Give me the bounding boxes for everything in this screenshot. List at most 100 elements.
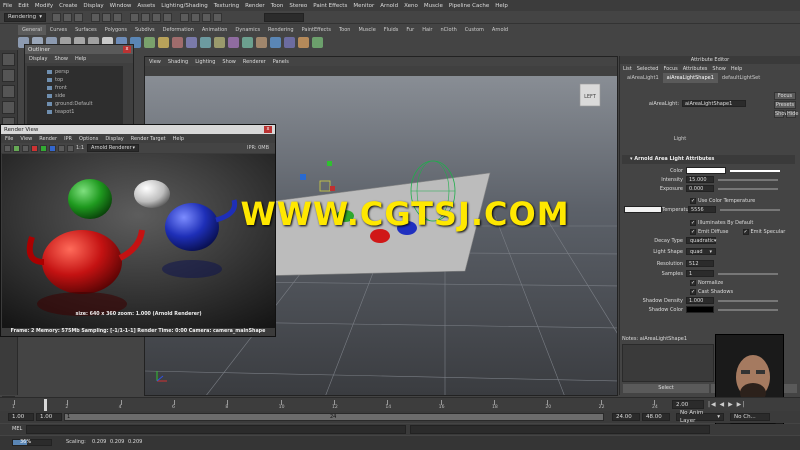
attribute-menu-list[interactable]: List xyxy=(623,66,632,72)
joint-icon[interactable] xyxy=(214,36,225,48)
playback-start-field[interactable]: 1.00 xyxy=(36,413,62,421)
render-view-menu-view[interactable]: View xyxy=(20,136,32,142)
shelf-tab-custom[interactable]: Custom xyxy=(461,25,488,35)
shelf-tab-curves[interactable]: Curves xyxy=(46,25,71,35)
select-hierarchy-icon[interactable] xyxy=(91,12,100,22)
shelf-tab-hair[interactable]: Hair xyxy=(418,25,436,35)
new-scene-icon[interactable] xyxy=(52,12,61,22)
emit-diffuse-checkbox[interactable]: ✓ xyxy=(690,228,696,235)
snap-grid-icon[interactable] xyxy=(130,12,139,22)
outliner-menu-show[interactable]: Show xyxy=(54,56,68,62)
menu-create[interactable]: Create xyxy=(59,3,77,9)
menu-xeno[interactable]: Xeno xyxy=(404,3,418,9)
shelf-tab-painteffects[interactable]: PaintEffects xyxy=(298,25,335,35)
outliner-list[interactable]: persp top front side ground:Default teapot1 xyxy=(27,66,123,133)
notes-field[interactable] xyxy=(622,344,714,382)
outliner-item[interactable]: side xyxy=(27,92,123,100)
shelf-tab-rendering[interactable]: Rendering xyxy=(264,25,298,35)
resolution-field[interactable]: 512 xyxy=(686,260,714,267)
temperature-slider[interactable] xyxy=(720,208,780,211)
exposure-field[interactable]: 0.000 xyxy=(686,185,714,192)
color-swatch[interactable] xyxy=(686,167,726,174)
shelf-tab-toon[interactable]: Toon xyxy=(335,25,355,35)
attribute-menu-show[interactable]: Show xyxy=(712,66,726,72)
menu-display[interactable]: Display xyxy=(83,3,103,9)
attribute-menu-selected[interactable]: Selected xyxy=(637,66,659,72)
normalize-checkbox[interactable]: ✓ xyxy=(690,279,696,286)
shelf-tab-muscle[interactable]: Muscle xyxy=(354,25,379,35)
attribute-menu-focus[interactable]: Focus xyxy=(663,66,677,72)
decay-dropdown[interactable]: quadratic ▾ xyxy=(686,237,716,244)
render-view-menu-render-target[interactable]: Render Target xyxy=(131,136,166,142)
menu-texturing[interactable]: Texturing xyxy=(214,3,239,9)
viewport-menu-shading[interactable]: Shading xyxy=(168,59,188,65)
redo-render-icon[interactable] xyxy=(4,144,11,152)
shelf-tab-ncloth[interactable]: nCloth xyxy=(437,25,461,35)
arnold-render-icon[interactable] xyxy=(298,36,309,48)
render-view-menu-options[interactable]: Options xyxy=(79,136,98,142)
viewport-menu-lighting[interactable]: Lighting xyxy=(195,59,215,65)
deformer-icon[interactable] xyxy=(172,36,183,48)
shelf-tab-polygons[interactable]: Polygons xyxy=(101,25,131,35)
light-locator-red[interactable] xyxy=(330,186,335,191)
temperature-field[interactable]: 5556 xyxy=(688,206,716,213)
menu-paint-effects[interactable]: Paint Effects xyxy=(313,3,347,9)
menu-stereo[interactable]: Stereo xyxy=(289,3,307,9)
render-frame-icon[interactable] xyxy=(180,12,189,22)
shelf-tab-fluids[interactable]: Fluids xyxy=(380,25,403,35)
cluster-icon[interactable] xyxy=(200,36,211,48)
menu-muscle[interactable]: Muscle xyxy=(424,3,443,9)
select-component-icon[interactable] xyxy=(113,12,122,22)
command-input[interactable] xyxy=(26,425,406,434)
exposure-slider[interactable] xyxy=(718,187,778,190)
intensity-slider[interactable] xyxy=(718,178,778,181)
shelf-tab-fur[interactable]: Fur xyxy=(402,25,418,35)
render-view-menu-ipr[interactable]: IPR xyxy=(64,136,72,142)
outliner-menu-help[interactable]: Help xyxy=(75,56,86,62)
menu-pipeline-cache[interactable]: Pipeline Cache xyxy=(449,3,489,9)
shelf-tab-arnold[interactable]: Arnold xyxy=(488,25,512,35)
menu-set-dropdown[interactable]: Rendering ▾ xyxy=(4,12,46,22)
menu-lighting-shading[interactable]: Lighting/Shading xyxy=(161,3,207,9)
light-icon[interactable] xyxy=(158,36,169,48)
outliner-window[interactable]: Outliner x Display Show Help persp top front… xyxy=(24,44,134,136)
playback-controls-icon[interactable]: |◀ ◀ ▶ ▶| xyxy=(708,401,745,408)
shelf-tab-deformation[interactable]: Deformation xyxy=(159,25,198,35)
render-view-menu-render[interactable]: Render xyxy=(39,136,57,142)
show-button[interactable]: Show xyxy=(774,110,789,118)
ipr-icon[interactable] xyxy=(13,144,20,152)
menu-render[interactable]: Render xyxy=(245,3,265,9)
node-name-field[interactable]: aiAreaLightShape1 xyxy=(682,100,746,107)
attribute-tab-aiarealight1[interactable]: aiAreaLight1 xyxy=(623,73,663,83)
range-bar[interactable]: 1 24 xyxy=(64,413,604,421)
menu-arnold[interactable]: Arnold xyxy=(380,3,398,9)
cast-shadows-checkbox[interactable]: ✓ xyxy=(690,288,696,295)
render-view-menu-file[interactable]: File xyxy=(5,136,13,142)
outliner-item[interactable]: persp xyxy=(27,68,123,76)
menu-window[interactable]: Window xyxy=(110,3,132,9)
close-icon[interactable]: x xyxy=(123,46,131,53)
arnold-light-icon[interactable] xyxy=(312,36,323,48)
render-view-menu-help[interactable]: Help xyxy=(173,136,184,142)
color-slider[interactable] xyxy=(730,169,780,172)
shelf-tab-dynamics[interactable]: Dynamics xyxy=(231,25,264,35)
anim-layer-dropdown[interactable]: No Anim Layer ▾ xyxy=(676,410,724,424)
attribute-menu-help[interactable]: Help xyxy=(731,66,742,72)
red-channel-icon[interactable] xyxy=(31,144,38,152)
lasso-tool-icon[interactable] xyxy=(2,69,15,82)
refresh-icon[interactable] xyxy=(22,144,29,152)
presets-button[interactable]: Presets xyxy=(774,101,796,109)
attribute-tab-aiarealightshape1[interactable]: aiAreaLightShape1 xyxy=(662,73,718,83)
menu-assets[interactable]: Assets xyxy=(137,3,155,9)
shelf-tab-subdivs[interactable]: Subdivs xyxy=(131,25,159,35)
menu-help[interactable]: Help xyxy=(495,3,508,9)
menu-edit[interactable]: Edit xyxy=(18,3,29,9)
arnold-area-light-section[interactable]: ▾ Arnold Area Light Attributes xyxy=(622,155,795,164)
camera-icon-viewport[interactable] xyxy=(300,174,306,180)
shadow-color-swatch[interactable] xyxy=(686,306,714,313)
light-locator-green[interactable] xyxy=(327,161,332,166)
emit-specular-checkbox[interactable]: ✓ xyxy=(742,228,749,235)
save-scene-icon[interactable] xyxy=(74,12,83,22)
shelf-tab-animation[interactable]: Animation xyxy=(198,25,232,35)
menu-file[interactable]: File xyxy=(3,3,12,9)
